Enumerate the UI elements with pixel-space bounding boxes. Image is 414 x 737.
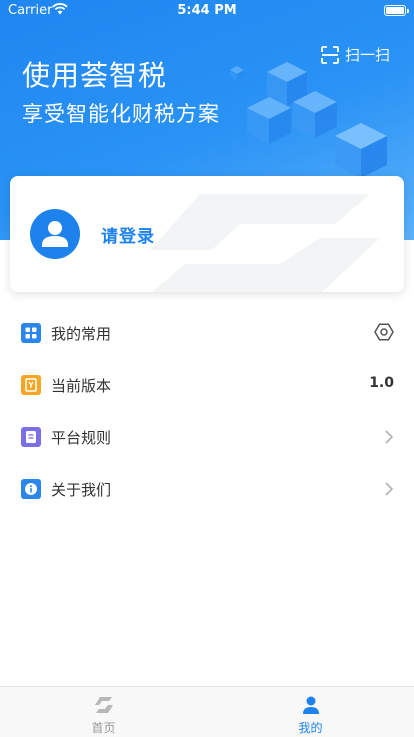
version-value: 1.0 xyxy=(369,375,394,391)
user-icon xyxy=(42,221,68,247)
info-icon xyxy=(21,479,41,499)
clock: 5:44 PM xyxy=(177,3,237,18)
settings-hexagon-icon[interactable] xyxy=(374,322,394,342)
login-link[interactable]: 请登录 xyxy=(101,222,155,247)
tab-label: 我的 xyxy=(298,721,323,735)
user-icon xyxy=(303,696,319,714)
menu-item-label: 关于我们 xyxy=(51,481,112,499)
version-icon xyxy=(21,375,41,395)
brand-watermark xyxy=(150,194,380,292)
app-slogan-title: 使用荟智税 xyxy=(22,59,168,92)
tab-home[interactable]: 首页 xyxy=(0,687,207,737)
profile-card[interactable]: 请登录 xyxy=(10,176,404,292)
chevron-right-icon xyxy=(385,430,394,444)
settings-menu: 我的常用 当前版本 1.0 平台规则 关于我们 xyxy=(0,307,414,515)
menu-item-favorites[interactable]: 我的常用 xyxy=(0,307,414,359)
menu-item-version[interactable]: 当前版本 1.0 xyxy=(0,359,414,411)
tab-bar: 首页 我的 xyxy=(0,686,414,737)
document-icon xyxy=(21,427,41,447)
tab-mine[interactable]: 我的 xyxy=(207,687,414,737)
chevron-right-icon xyxy=(385,482,394,496)
home-logo-icon xyxy=(95,697,113,713)
decorative-cubes xyxy=(230,62,387,178)
battery-icon xyxy=(384,5,409,16)
menu-item-about[interactable]: 关于我们 xyxy=(0,463,414,515)
menu-item-label: 当前版本 xyxy=(51,377,112,395)
status-bar: Carrier 5:44 PM xyxy=(0,0,414,22)
menu-item-label: 平台规则 xyxy=(51,429,112,447)
tab-label: 首页 xyxy=(91,721,116,735)
avatar[interactable] xyxy=(30,209,80,259)
menu-item-rules[interactable]: 平台规则 xyxy=(0,411,414,463)
app-slogan-subtitle: 享受智能化财税方案 xyxy=(22,102,220,126)
menu-item-label: 我的常用 xyxy=(51,325,112,343)
grid-icon xyxy=(21,323,41,343)
